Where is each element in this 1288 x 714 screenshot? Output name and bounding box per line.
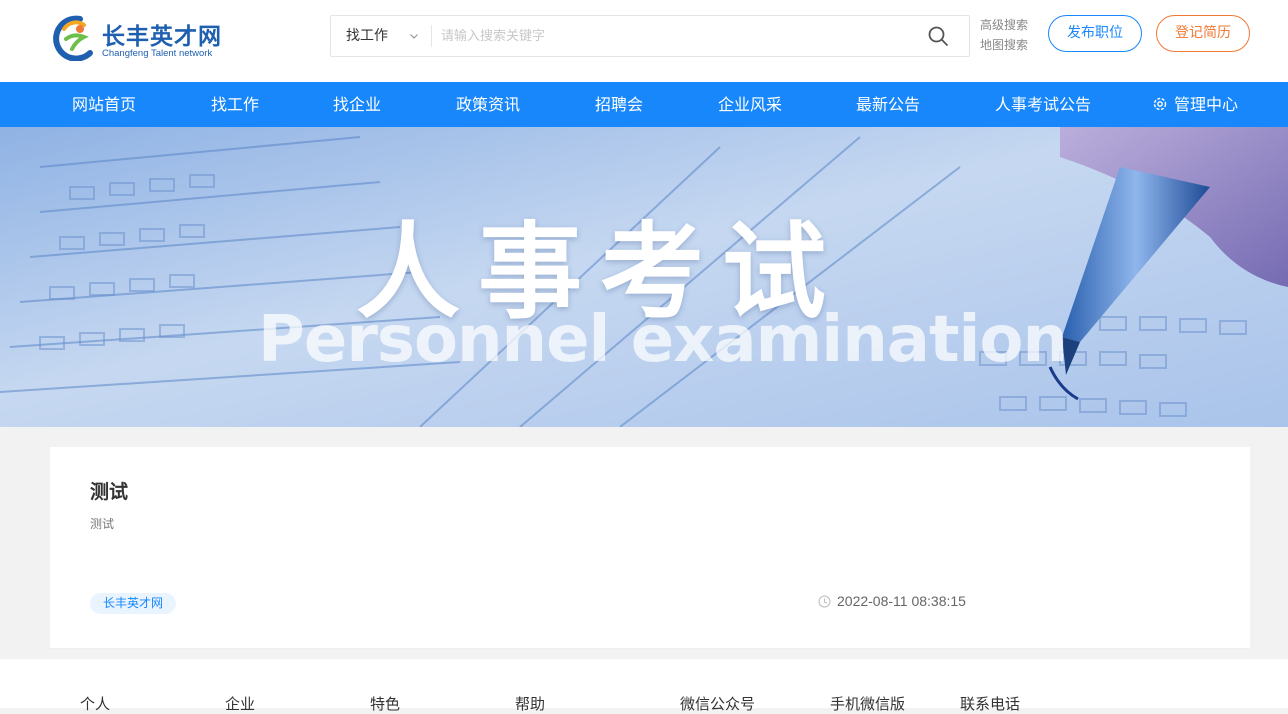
search-links: 高级搜索 地图搜索 xyxy=(980,15,1028,55)
search-icon[interactable] xyxy=(927,25,949,47)
register-resume-button[interactable]: 登记简历 xyxy=(1156,15,1250,52)
nav-item-latest-notices[interactable]: 最新公告 xyxy=(856,82,920,127)
post-job-button[interactable]: 发布职位 xyxy=(1048,15,1142,52)
footer-col-help: 帮助 xyxy=(515,695,546,713)
nav-item-policy-news[interactable]: 政策资讯 xyxy=(456,82,520,127)
search-type-select[interactable]: 找工作 xyxy=(331,16,431,56)
chevron-down-icon xyxy=(410,34,418,39)
main-nav: 网站首页 找工作 找企业 政策资讯 招聘会 企业风采 最新公告 人事考试公告 管… xyxy=(0,82,1288,127)
admin-center-label: 管理中心 xyxy=(1174,95,1239,114)
source-tag: 长丰英才网 xyxy=(90,593,177,614)
article-description: 测试 xyxy=(90,517,115,531)
article-title: 测试 xyxy=(90,481,129,503)
nav-item-find-company[interactable]: 找企业 xyxy=(333,82,381,127)
page-banner: 人事考试 Personnel examination xyxy=(0,127,1288,427)
footer-col-personal: 个人 xyxy=(80,695,111,713)
nav-item-home[interactable]: 网站首页 xyxy=(72,82,136,127)
nav-item-job-fair[interactable]: 招聘会 xyxy=(595,82,643,127)
search-type-label: 找工作 xyxy=(346,28,388,44)
search-bar: 找工作 xyxy=(330,15,970,57)
nav-item-find-job[interactable]: 找工作 xyxy=(211,82,259,127)
article-datetime-text: 2022-08-11 08:38:15 xyxy=(837,593,966,609)
map-search-link[interactable]: 地图搜索 xyxy=(980,35,1028,55)
site-footer: 个人 企业 特色 帮助 微信公众号 手机微信版 联系电话 xyxy=(0,659,1288,713)
logo-icon xyxy=(53,15,93,61)
article-datetime: 2022-08-11 08:38:15 xyxy=(818,593,966,609)
footer-col-wechat-account: 微信公众号 xyxy=(680,695,756,713)
search-divider xyxy=(431,25,432,47)
footer-col-company: 企业 xyxy=(225,695,256,713)
site-logo[interactable]: 长丰英才网 Changfeng Talent network xyxy=(50,13,230,63)
search-input[interactable] xyxy=(441,20,911,52)
logo-text: 长丰英才网 xyxy=(102,24,222,50)
nav-item-admin-center[interactable]: 管理中心 xyxy=(1152,82,1238,127)
nav-item-company-showcase[interactable]: 企业风采 xyxy=(718,82,782,127)
footer-col-contact-phone: 联系电话 xyxy=(960,695,1021,713)
site-header: 长丰英才网 Changfeng Talent network 找工作 高级搜索 … xyxy=(0,0,1288,82)
nav-item-exam-notices[interactable]: 人事考试公告 xyxy=(995,82,1091,127)
footer-col-features: 特色 xyxy=(370,695,401,713)
clock-icon xyxy=(818,595,831,608)
logo-subtext: Changfeng Talent network xyxy=(102,48,213,59)
banner-subtitle: Personnel examination xyxy=(258,303,1068,377)
gear-icon xyxy=(1153,97,1167,111)
advanced-search-link[interactable]: 高级搜索 xyxy=(980,15,1028,35)
footer-col-mobile-wechat: 手机微信版 xyxy=(830,695,906,713)
article-card: 测试 测试 长丰英才网 2022-08-11 08:38:15 xyxy=(50,447,1250,649)
